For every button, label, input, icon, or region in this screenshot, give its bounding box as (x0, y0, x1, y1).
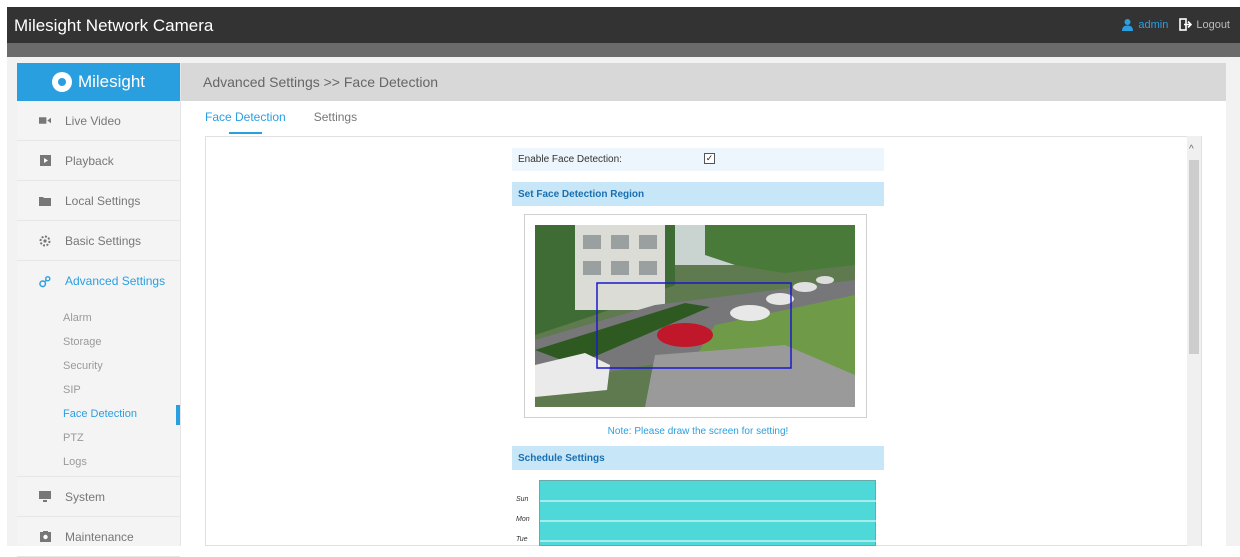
sidebar-subitem-face-detection[interactable]: Face Detection (17, 402, 180, 426)
tab-face-detection[interactable]: Face Detection (205, 101, 286, 134)
region-section-header: Set Face Detection Region (512, 182, 884, 206)
breadcrumb-bar: Advanced Settings >> Face Detection (181, 63, 1226, 101)
sidebar-subitem-security[interactable]: Security (17, 354, 180, 378)
sidebar-item-label: Playback (65, 153, 114, 168)
sidebar-item-live-video[interactable]: Live Video (17, 101, 180, 141)
advanced-settings-icon (39, 275, 51, 287)
sidebar-item-label: Advanced Settings (65, 274, 166, 288)
video-camera-icon (39, 115, 51, 127)
sidebar-item-label: Maintenance (65, 529, 134, 544)
sidebar-item-label: Basic Settings (65, 233, 142, 248)
sidebar-item-label: Live Video (65, 113, 121, 128)
camera-scene-image (535, 225, 855, 407)
sidebar-subitem-logs[interactable]: Logs (17, 450, 180, 474)
sidebar-item-system[interactable]: System (17, 477, 180, 517)
enable-face-detection-checkbox[interactable]: ✓ (704, 153, 715, 164)
playback-icon (39, 155, 51, 167)
breadcrumb: Advanced Settings >> Face Detection (203, 74, 439, 90)
folder-icon (39, 195, 51, 207)
user-icon (1122, 19, 1134, 31)
header-stripe (7, 43, 1240, 57)
advanced-settings-submenu: Alarm Storage Security SIP Face Detectio… (17, 301, 180, 477)
scroll-up-icon[interactable]: ^ (1189, 144, 1194, 155)
schedule-day-label: Sun (516, 496, 529, 503)
sidebar-subitem-sip[interactable]: SIP (17, 378, 180, 402)
user-name: admin (1138, 18, 1169, 31)
enable-face-detection-row: Enable Face Detection: ✓ (512, 148, 884, 171)
schedule-grid[interactable] (539, 480, 877, 546)
sidebar-item-label: Local Settings (65, 193, 141, 208)
user-menu[interactable]: admin (1121, 18, 1168, 31)
sidebar-subitem-ptz[interactable]: PTZ (17, 426, 180, 450)
milesight-logo-icon (51, 72, 72, 92)
scrollbar-thumb[interactable] (1189, 160, 1199, 354)
sidebar-item-label: System (65, 489, 106, 504)
camera-preview[interactable] (535, 225, 855, 407)
sidebar-item-maintenance[interactable]: Maintenance (17, 517, 180, 557)
user-area: admin Logout (1121, 18, 1230, 31)
sidebar-item-advanced-settings[interactable]: Advanced Settings (17, 261, 180, 301)
app-title: Milesight Network Camera (14, 16, 214, 35)
schedule-chart: Sun Mon Tue (512, 470, 884, 546)
tab-settings[interactable]: Settings (314, 101, 357, 129)
gear-icon (39, 235, 51, 247)
sidebar-item-local-settings[interactable]: Local Settings (17, 181, 180, 221)
sidebar-item-basic-settings[interactable]: Basic Settings (17, 221, 180, 261)
monitor-icon (39, 491, 51, 503)
draw-note: Note: Please draw the screen for setting… (607, 426, 789, 437)
logout-button[interactable]: Logout (1179, 18, 1230, 31)
sidebar-subitem-storage[interactable]: Storage (17, 330, 180, 354)
schedule-day-label: Mon (516, 516, 530, 523)
sidebar: Milesight Live Video Playback Local Sett… (17, 63, 181, 557)
schedule-section-header: Schedule Settings (512, 446, 884, 470)
logout-icon (1179, 18, 1193, 31)
background-left (7, 57, 17, 546)
top-bar: Milesight Network Camera admin Logout (7, 7, 1240, 43)
brand-logo: Milesight (17, 63, 180, 101)
schedule-grid-lines (540, 500, 877, 542)
logout-label: Logout (1196, 18, 1230, 31)
background-right (1226, 57, 1240, 546)
enable-face-detection-label: Enable Face Detection: (518, 154, 622, 165)
sidebar-subitem-alarm[interactable]: Alarm (17, 306, 180, 330)
maintenance-icon (39, 531, 51, 543)
vertical-scrollbar[interactable]: ^ (1187, 136, 1201, 546)
sidebar-item-playback[interactable]: Playback (17, 141, 180, 181)
brand-name: Milesight (77, 72, 146, 91)
schedule-day-label: Tue (516, 536, 528, 543)
tab-bar: Face Detection Settings (205, 101, 385, 134)
